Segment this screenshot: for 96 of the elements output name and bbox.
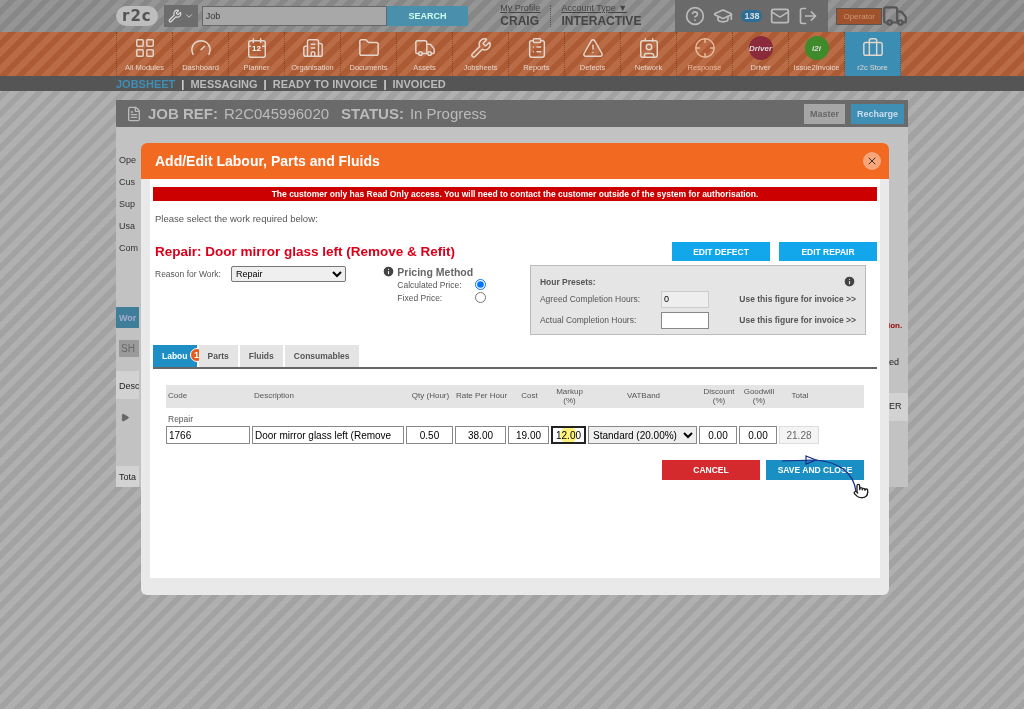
edit-button[interactable]: EDIT REPAIR [779, 242, 877, 261]
pointer-icon [853, 483, 869, 499]
hours-label: Agreed Completion Hours: [539, 294, 642, 304]
search-button[interactable]: SEARCH [386, 6, 469, 26]
save-button[interactable]: SAVE AND CLOSE [766, 460, 864, 480]
graduation-cap-icon[interactable] [713, 6, 734, 26]
warning-text: ion. [887, 321, 904, 332]
dialog-title: Add/Edit Labour, Parts and Fluids [155, 153, 380, 169]
field-label: Ope [118, 155, 137, 167]
table-input[interactable]: 21.28 [779, 426, 819, 444]
status-label: STATUS: [341, 105, 404, 122]
field-label: Com [118, 243, 139, 256]
job-ref-label: JOB REF: [148, 105, 218, 122]
radio-button[interactable] [475, 292, 487, 303]
edit-button[interactable]: EDIT DEFECT [672, 242, 770, 261]
repair-heading: Repair: Door mirror glass left (Remove & Refit) [155, 244, 456, 259]
separator: | [383, 77, 387, 90]
instruction-text: Please select the work required below: [155, 213, 319, 224]
column-header: Code [167, 392, 189, 401]
radio-button[interactable] [475, 279, 487, 290]
table-input[interactable]: 19.00 [508, 426, 549, 444]
column-header: Qty (Hour) [410, 392, 451, 401]
radio-label: Fixed Price: [397, 292, 443, 303]
table-header: ER [887, 393, 908, 421]
reason-label: Reason for Work: [155, 269, 221, 279]
radio-label: Calculated Price: [397, 279, 462, 290]
view-tab[interactable]: Recharge [850, 103, 904, 124]
subnav-link[interactable]: MESSAGING [190, 77, 258, 90]
expand-icon[interactable] [120, 413, 130, 423]
table-input[interactable]: 0.50 [406, 426, 453, 444]
truck-icon [882, 3, 908, 29]
job-ref: R2C045996020 [224, 105, 330, 122]
tab[interactable]: Parts [198, 345, 238, 367]
subnav-link[interactable]: READY TO INVOICE [272, 77, 378, 90]
operator-label[interactable]: Operator [836, 7, 882, 25]
hours-label: Actual Completion Hours: [539, 315, 638, 325]
field-label: Sup [118, 199, 136, 212]
close-button[interactable] [863, 152, 881, 170]
table-input[interactable]: 0.00 [739, 426, 777, 444]
account-type-link[interactable]: Account Type ▼ [561, 4, 642, 14]
table-input[interactable]: 12.00 [551, 426, 586, 444]
presets-title: Hour Presets: [539, 276, 596, 287]
tab[interactable]: Consumables [284, 345, 359, 367]
account-type: INTERACTIVE [561, 13, 642, 28]
module-logo-icon: Driver [748, 36, 773, 60]
warning-banner: The customer only has Read Only access. You will need to contact the customer outside of the system for authorisation. [153, 187, 877, 201]
cancel-button[interactable]: CANCEL [662, 460, 760, 480]
hours-field[interactable]: 0 [660, 290, 709, 308]
use-figure-link[interactable]: Use this figure for invoice >> [739, 294, 856, 304]
subnav-link[interactable]: INVOICED [392, 77, 446, 90]
close-icon [866, 155, 878, 167]
column-header: Total [790, 392, 810, 401]
tab[interactable]: Labou 1 [153, 345, 197, 367]
field-label: Cus [118, 177, 136, 190]
info-icon[interactable] [843, 275, 856, 288]
mail-icon[interactable] [770, 6, 791, 26]
table-input[interactable]: 1766 [166, 426, 250, 444]
column-header: Discount (%) [702, 388, 736, 405]
document-icon [126, 105, 142, 122]
hours-field[interactable] [660, 311, 709, 329]
field-label: Usa [118, 221, 136, 234]
pricing-title: Pricing Method [397, 265, 474, 278]
table-header: Desc [116, 370, 139, 400]
column-header: VATBand [625, 392, 662, 401]
use-figure-link[interactable]: Use this figure for invoice >> [739, 315, 856, 325]
profile-link[interactable]: My Profile [500, 4, 541, 14]
reason-select[interactable]: Repair [231, 266, 346, 282]
view-tab[interactable]: Master [803, 103, 845, 124]
table-input[interactable]: 0.00 [699, 426, 737, 444]
column-header: Cost [520, 392, 539, 401]
table-input[interactable]: 38.00 [455, 426, 506, 444]
table-input[interactable]: Door mirror glass left (Remove [252, 426, 404, 444]
panel-tab[interactable]: Wor [116, 307, 139, 328]
status-value: In Progress [409, 105, 487, 122]
caret-icon [183, 11, 194, 21]
column-header: Goodwill (%) [742, 388, 776, 405]
separator: | [181, 77, 185, 90]
group-label: Repair [168, 414, 195, 424]
notification-count[interactable]: 138 [741, 10, 763, 22]
subnav-link[interactable]: JOBSHEET [116, 77, 176, 90]
logo[interactable]: r2c [116, 6, 158, 26]
wrench-icon [167, 9, 182, 23]
column-header: Markup (%) [555, 388, 584, 405]
module-logo-icon: i2i [804, 36, 829, 60]
tools-dropdown[interactable] [163, 5, 198, 27]
search-field[interactable]: Job [201, 6, 387, 26]
help-icon[interactable] [685, 6, 706, 26]
column-header: Rate Per Hour [455, 392, 508, 401]
separator: | [263, 77, 267, 90]
user-name: CRAIG [500, 13, 541, 28]
vat-select[interactable]: Standard (20.00%) [588, 426, 697, 444]
status-text: ed [888, 357, 900, 369]
column-header: Description [253, 392, 295, 401]
total-label: Tota [116, 466, 139, 487]
logout-icon[interactable] [798, 6, 819, 26]
tab[interactable]: Fluids [239, 345, 283, 367]
